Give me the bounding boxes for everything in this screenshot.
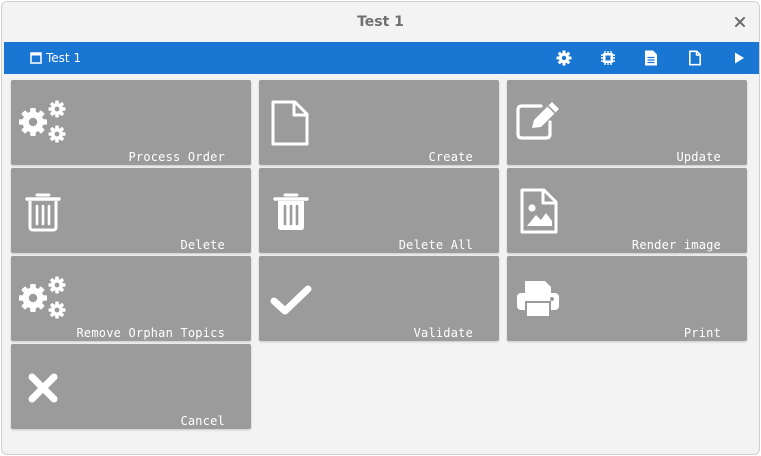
- run-button[interactable]: [730, 49, 748, 67]
- tile-label: Delete All: [398, 238, 473, 252]
- x-icon: [28, 373, 58, 403]
- tile-label: Remove Orphan Topics: [76, 326, 225, 340]
- tile-remove-orphan-topics[interactable]: Remove Orphan Topics: [11, 256, 251, 341]
- close-button[interactable]: [730, 12, 750, 32]
- tile-label: Print: [683, 326, 721, 340]
- image-file-icon: [520, 188, 558, 234]
- gear-icon: [556, 50, 572, 66]
- tile-label: Process Order: [128, 150, 225, 164]
- trash-icon: [25, 193, 61, 232]
- gears-icon: [19, 276, 66, 319]
- settings-button[interactable]: [555, 49, 573, 67]
- tab-label: Test 1: [46, 51, 82, 65]
- document-text-icon: [645, 50, 657, 66]
- tile-print[interactable]: Print: [507, 256, 747, 341]
- tab-test-1[interactable]: Test 1: [30, 49, 81, 67]
- document-text-button[interactable]: [642, 49, 660, 67]
- tile-update[interactable]: Update: [507, 80, 747, 165]
- tile-create[interactable]: Create: [259, 80, 499, 165]
- tile-cancel[interactable]: Cancel: [11, 344, 251, 429]
- tile-label: Cancel: [180, 414, 225, 428]
- tile-validate[interactable]: Validate: [259, 256, 499, 341]
- app-window: Test 1 Test 1 Process Order Create Updat…: [1, 1, 760, 455]
- window-title: Test 1: [357, 14, 404, 30]
- tile-delete[interactable]: Delete: [11, 168, 251, 253]
- file-icon: [271, 100, 309, 146]
- tile-label: Validate: [413, 326, 473, 340]
- play-icon: [735, 52, 744, 64]
- tile-delete-all[interactable]: Delete All: [259, 168, 499, 253]
- document-icon: [689, 50, 701, 66]
- printer-icon: [517, 281, 559, 318]
- trash-icon: [273, 193, 309, 230]
- toolbar: Test 1: [4, 42, 759, 74]
- tile-label: Create: [428, 150, 473, 164]
- chip-button[interactable]: [599, 49, 617, 67]
- chip-icon: [601, 51, 615, 65]
- close-icon: [735, 17, 745, 27]
- check-icon: [270, 285, 312, 315]
- tile-process-order[interactable]: Process Order: [11, 80, 251, 165]
- tile-label: Update: [676, 150, 721, 164]
- title-bar: Test 1: [2, 2, 759, 42]
- edit-icon: [516, 102, 559, 140]
- tile-label: Render image: [631, 238, 721, 252]
- tile-render-image[interactable]: Render image: [507, 168, 747, 253]
- tile-label: Delete: [180, 238, 225, 252]
- document-button[interactable]: [686, 49, 704, 67]
- window-icon: [30, 52, 42, 64]
- gears-icon: [19, 100, 66, 143]
